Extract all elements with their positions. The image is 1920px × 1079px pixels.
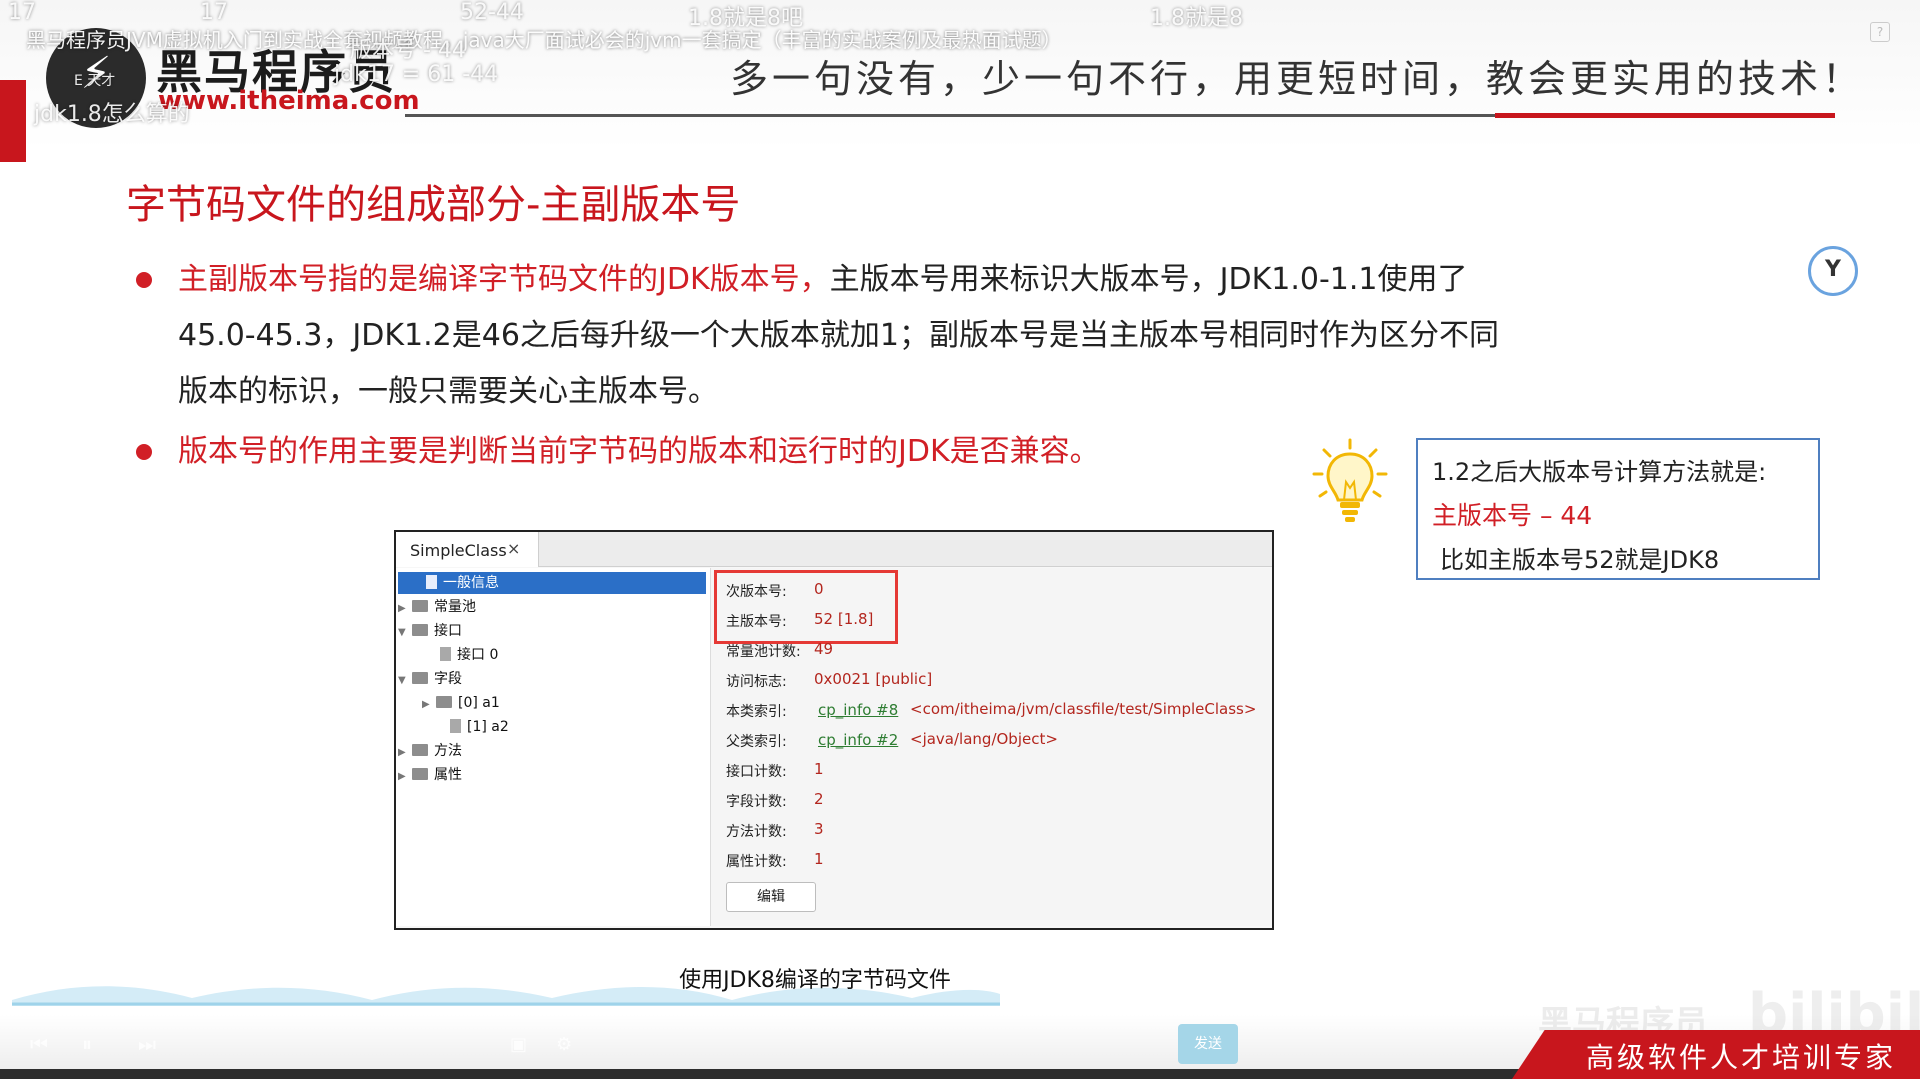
this-class-label: 本类索引: xyxy=(726,704,787,720)
cp-count-value: 49 xyxy=(814,640,834,658)
pause-icon[interactable]: ⏸ xyxy=(82,1032,92,1056)
super-class-label: 父类索引: xyxy=(726,734,787,750)
file-icon xyxy=(440,647,451,661)
send-danmaku-button[interactable]: 发送 xyxy=(1178,1024,1238,1064)
collapse-arrow-icon[interactable]: ▼ xyxy=(398,670,412,692)
danmaku-comment: jdk17 = 61 -44 xyxy=(334,62,499,87)
bullet-1-highlight: 主副版本号指的是编译字节码文件的JDK版本号， xyxy=(178,262,830,297)
figure-caption: 使用JDK8编译的字节码文件 xyxy=(679,968,951,993)
major-version-value: 52 [1.8] xyxy=(814,610,874,628)
this-class-link[interactable]: cp_info #8 xyxy=(818,701,898,719)
bullet-dot xyxy=(136,272,152,288)
help-icon[interactable]: ? xyxy=(1870,22,1890,42)
edit-button[interactable]: 编辑 xyxy=(726,882,816,912)
field-count-value: 2 xyxy=(814,790,824,808)
tree-item-methods[interactable]: ▶ 方法 xyxy=(398,740,462,762)
cp-count-label: 常量池计数: xyxy=(726,644,801,660)
close-icon[interactable]: × xyxy=(507,539,520,558)
danmaku-comment: E 天才 xyxy=(74,73,116,89)
tree-item-general[interactable]: 一般信息 xyxy=(398,572,706,594)
interface-count-value: 1 xyxy=(814,760,824,778)
attribute-count-label: 属性计数: xyxy=(726,854,787,870)
file-icon xyxy=(426,575,437,589)
bullet-2: 版本号的作用主要是判断当前字节码的版本和运行时的JDK是否兼容。 xyxy=(178,424,1100,480)
danmaku-comment: 版本号 - 44 xyxy=(350,38,466,63)
video-title: 黑马程序员JVM虚拟机入门到实战全套视频教程，java大厂面试必会的jvm一套搞… xyxy=(26,28,1062,52)
expand-arrow-icon[interactable]: ▶ xyxy=(398,598,412,620)
bullet-1-text: 45.0-45.3，JDK1.2是46之后每升级一个大版本就加1；副版本号是当主… xyxy=(178,318,1500,353)
major-version-label: 主版本号: xyxy=(726,614,787,630)
folder-icon xyxy=(412,768,428,780)
side-widget-icon[interactable]: Y xyxy=(1808,246,1858,296)
method-count-value: 3 xyxy=(814,820,824,838)
collapse-arrow-icon[interactable]: ▼ xyxy=(398,622,412,644)
bullet-2-text: 版本号的作用主要是判断当前字节码的版本和运行时的JDK是否兼容。 xyxy=(178,434,1100,469)
file-icon xyxy=(450,719,461,733)
access-flags-label: 访问标志: xyxy=(726,674,787,690)
method-count-label: 方法计数: xyxy=(726,824,787,840)
slide-title: 字节码文件的组成部分-主副版本号 xyxy=(126,182,741,228)
this-class-value: <com/itheima/jvm/classfile/test/SimpleCl… xyxy=(910,700,1257,718)
folder-open-icon xyxy=(412,624,428,636)
danmaku-settings-icon[interactable]: ⚙ xyxy=(556,1034,572,1055)
danmaku-comment: 1.8就是8吧 xyxy=(688,6,803,31)
minor-version-label: 次版本号: xyxy=(726,584,787,600)
header-slogan: 多一句没有，少一句不行，用更短时间，教会更实用的技术！ xyxy=(730,57,1865,101)
danmaku-comment: 52-44 xyxy=(460,0,524,25)
folder-icon xyxy=(412,600,428,612)
tree-item-field-1[interactable]: [1] a2 xyxy=(436,716,509,738)
brand-url: www.itheima.com xyxy=(158,86,420,116)
super-class-value: <java/lang/Object> xyxy=(910,730,1058,748)
left-accent-bar xyxy=(0,80,26,162)
tree-item-interfaces[interactable]: ▼ 接口 xyxy=(398,620,462,642)
bullet-1: 主副版本号指的是编译字节码文件的JDK版本号，主版本号用来标识大版本号，JDK1… xyxy=(178,252,1648,420)
tree-item-field-0[interactable]: ▶ [0] a1 xyxy=(422,692,500,714)
bullet-1-text: 主版本号用来标识大版本号，JDK1.0-1.1使用了 xyxy=(829,262,1468,297)
danmaku-comment: 17 xyxy=(8,0,36,25)
tree-item-fields[interactable]: ▼ 字段 xyxy=(398,668,462,690)
tip-line: 1.2之后大版本号计算方法就是: xyxy=(1432,458,1767,486)
next-icon[interactable]: ⏭ xyxy=(138,1032,156,1056)
tip-formula: 主版本号 – 44 xyxy=(1432,501,1593,530)
tree-item-attributes[interactable]: ▶ 属性 xyxy=(398,764,462,786)
danmaku-comment: jdk1.8怎么算的 xyxy=(34,102,190,127)
tree-item-interface-0[interactable]: 接口 0 xyxy=(426,644,498,666)
danmaku-comment: 1.8就是8 xyxy=(1150,6,1243,31)
folder-icon xyxy=(412,744,428,756)
expand-arrow-icon[interactable]: ▶ xyxy=(422,694,436,716)
previous-icon[interactable]: ⏮ xyxy=(30,1032,48,1056)
header-divider-accent xyxy=(1495,113,1835,118)
folder-icon xyxy=(436,696,452,708)
bullet-1-text: 版本的标识，一般只需要关心主版本号。 xyxy=(178,374,718,409)
danmaku-toggle-icon[interactable]: ▣ xyxy=(510,1034,527,1055)
attribute-count-value: 1 xyxy=(814,850,824,868)
minor-version-value: 0 xyxy=(814,580,824,598)
tab-label: SimpleClass xyxy=(410,541,507,560)
access-flags-value: 0x0021 [public] xyxy=(814,670,933,688)
interface-count-label: 接口计数: xyxy=(726,764,787,780)
expand-arrow-icon[interactable]: ▶ xyxy=(398,742,412,764)
expand-arrow-icon[interactable]: ▶ xyxy=(398,766,412,788)
tree-item-constant-pool[interactable]: ▶ 常量池 xyxy=(398,596,476,618)
danmaku-comment: 17 xyxy=(200,0,228,25)
folder-open-icon xyxy=(412,672,428,684)
footer-slogan: 高级软件人才培训专家 xyxy=(1586,1041,1897,1074)
field-count-label: 字段计数: xyxy=(726,794,787,810)
bullet-dot xyxy=(136,444,152,460)
tip-example: 比如主版本号52就是JDK8 xyxy=(1440,546,1720,574)
super-class-link[interactable]: cp_info #2 xyxy=(818,731,898,749)
lightbulb-icon xyxy=(1312,438,1388,522)
